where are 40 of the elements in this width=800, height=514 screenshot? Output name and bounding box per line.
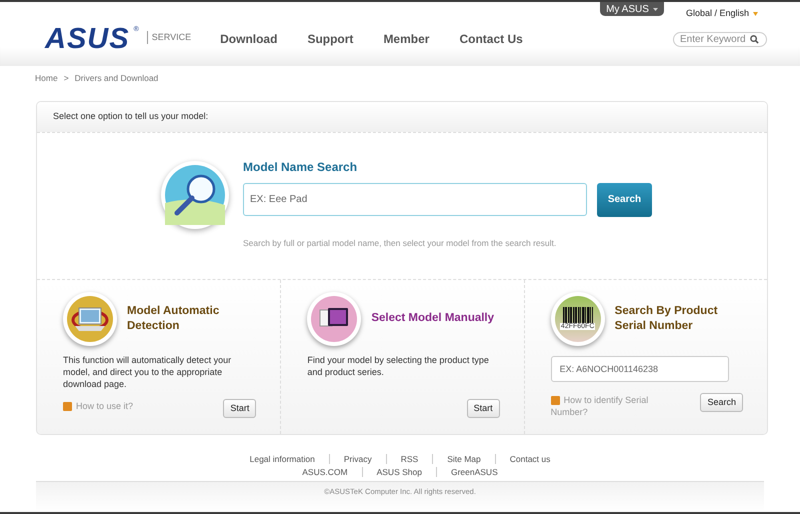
search-button[interactable]: Search <box>597 182 652 217</box>
option-title: Search By Product Serial Number <box>614 304 719 334</box>
footer-link[interactable]: RSS <box>386 454 432 464</box>
caret-icon <box>753 12 758 16</box>
keyword-search-field[interactable]: Enter Keyword <box>673 32 767 46</box>
tablet-icon <box>311 296 358 342</box>
footer-link[interactable]: Legal information <box>236 454 329 464</box>
option-description: This function will automatically detect your model, and direct you to the appropriate download page. <box>63 354 232 390</box>
footer-link[interactable]: Site Map <box>432 454 495 464</box>
service-label: SERVICE <box>146 30 192 44</box>
start-button[interactable]: Start <box>223 398 256 418</box>
magnifier-icon <box>165 164 225 225</box>
panel-prompt: Select one option to tell us your model: <box>53 110 208 123</box>
model-search-title: Model Name Search <box>243 158 358 176</box>
nav-link[interactable]: Member <box>383 30 430 48</box>
option-title: Model Automatic Detection <box>127 304 220 334</box>
nav-link[interactable]: Contact Us <box>459 30 523 48</box>
model-name-field[interactable]: EX: Eee Pad <box>243 182 587 216</box>
caret-icon <box>652 6 658 12</box>
search-hint: Search by full or partial model name, then select your model from the search result. <box>243 236 558 250</box>
search-button[interactable]: Search <box>700 392 743 412</box>
footer-link[interactable]: ASUS Shop <box>362 466 436 477</box>
footer-link[interactable]: GreenASUS <box>436 466 512 477</box>
serial-number-field[interactable]: EX: A6NOCH001146238 <box>550 356 729 382</box>
nav-link[interactable]: Download <box>220 30 278 48</box>
footer-link[interactable]: Contact us <box>494 454 564 464</box>
laptop-detect-icon <box>67 296 113 342</box>
option-title: Select Model Manually <box>371 311 494 326</box>
asus-logo[interactable]: ASUS <box>45 23 133 55</box>
breadcrumb-link[interactable]: Drivers and Download <box>74 72 158 85</box>
region-link[interactable]: Global / English <box>686 7 750 20</box>
option-description: Find your model by selecting the product type and product series. <box>307 354 490 378</box>
search-icon[interactable] <box>750 34 759 44</box>
start-button[interactable]: Start <box>466 398 500 418</box>
my-asus-tab[interactable]: My ASUS <box>600 2 664 16</box>
footer-link[interactable]: ASUS.COM <box>288 466 362 477</box>
footer-link[interactable]: Privacy <box>328 454 386 464</box>
nav-link[interactable]: Support <box>307 30 354 48</box>
breadcrumb-separator: > <box>64 72 69 85</box>
breadcrumb-link[interactable]: Home <box>35 72 58 85</box>
